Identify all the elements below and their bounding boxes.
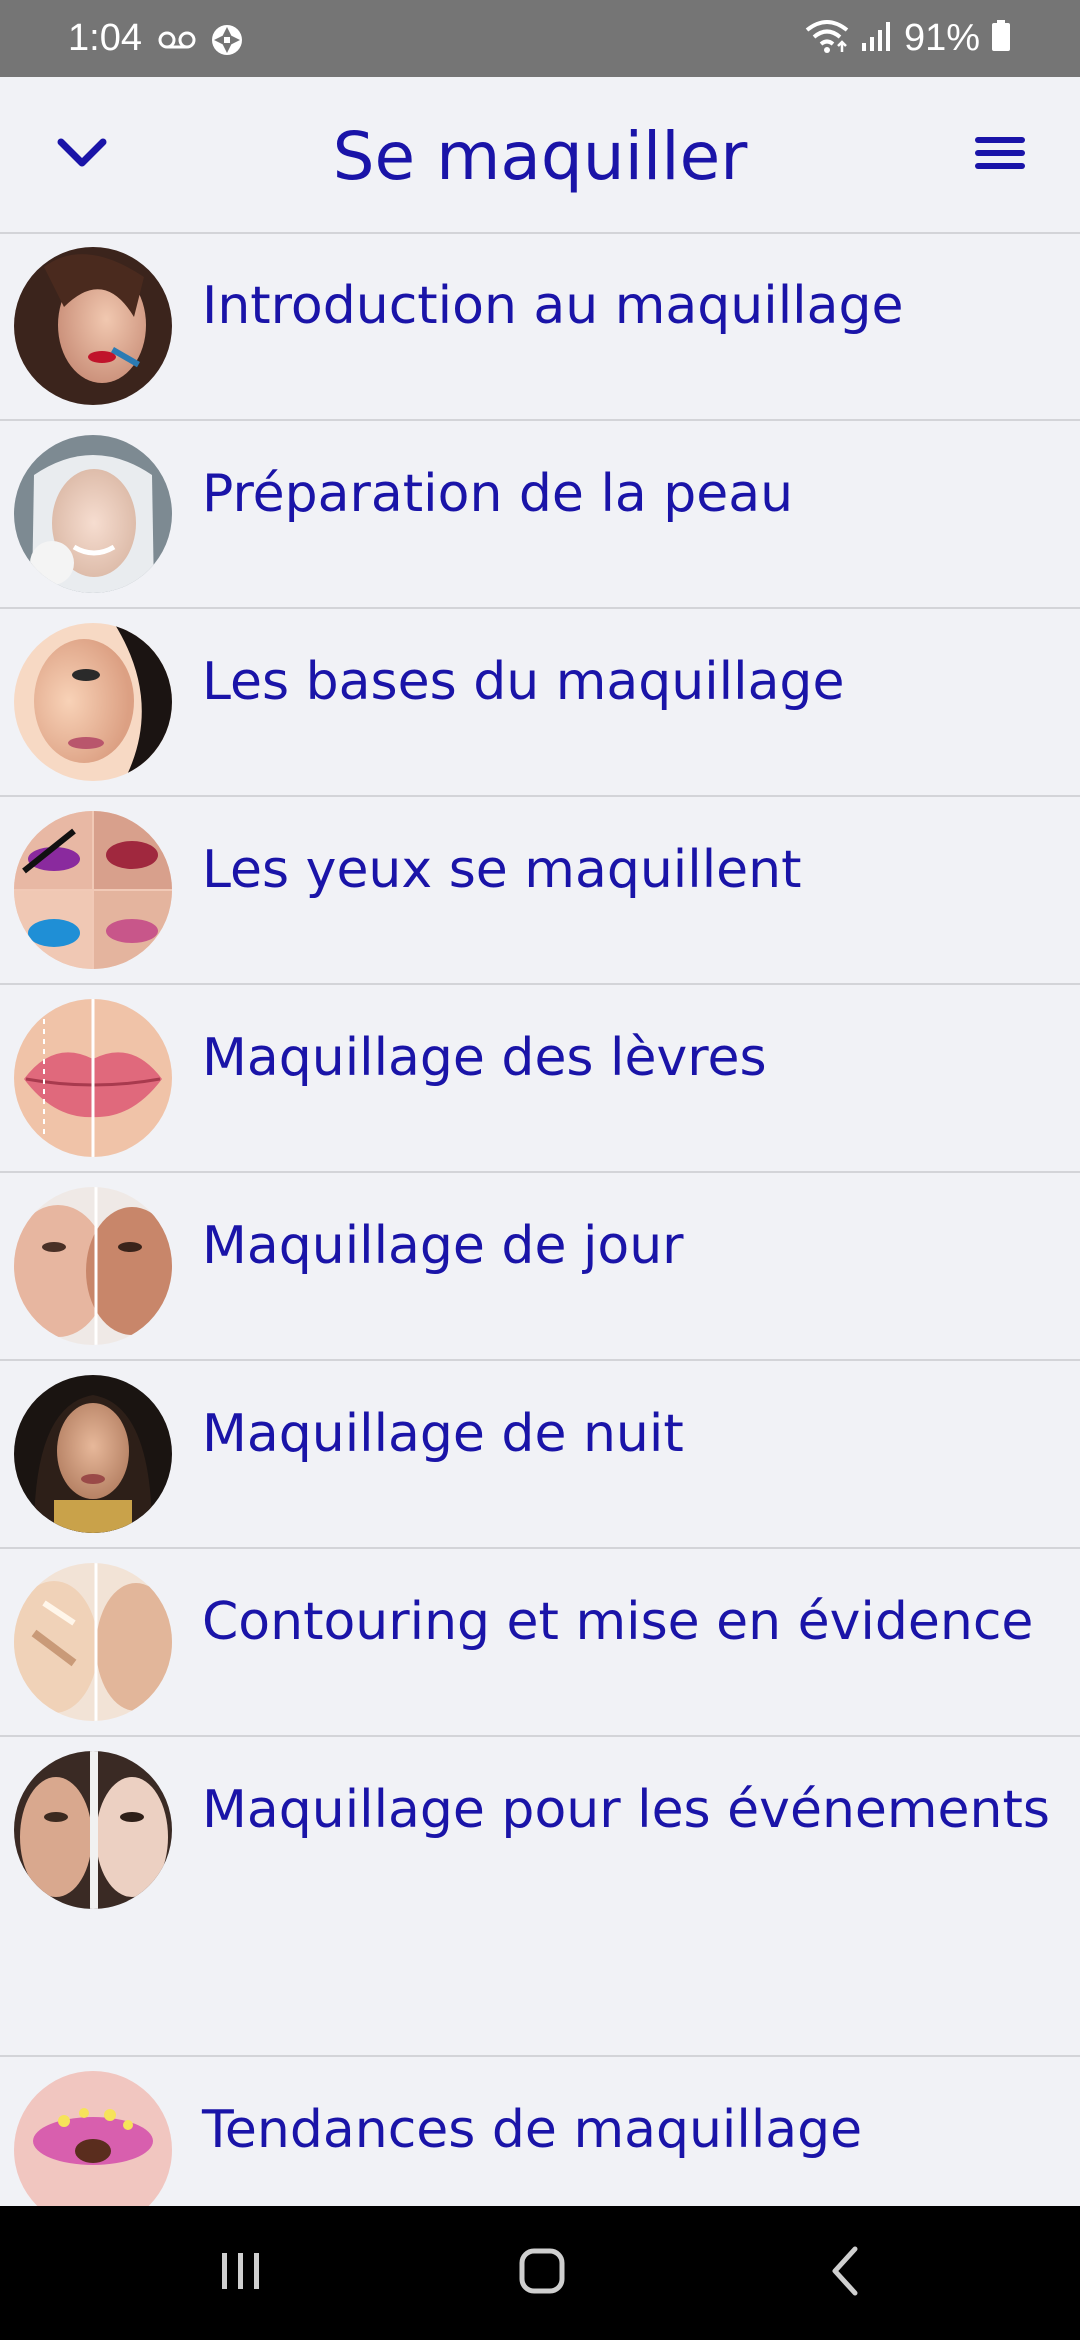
list-item-label: Maquillage des lèvres [202,1028,767,1088]
list-item[interactable]: Maquillage de jour [0,1173,1080,1361]
topic-thumbnail [14,435,172,593]
list-item[interactable]: Les yeux se maquillent [0,797,1080,985]
topic-thumbnail [14,623,172,781]
list-item[interactable]: Contouring et mise en évidence [0,1549,1080,1737]
status-right-icons: 91% [804,16,1012,60]
back-button[interactable] [800,2236,890,2310]
home-icon [517,2246,567,2300]
list-item[interactable]: Maquillage des lèvres [0,985,1080,1173]
status-bar: 1:04 91% [0,0,1080,77]
camera-shutter-icon [210,23,244,61]
battery-icon [990,19,1012,57]
battery-percentage: 91% [903,17,980,59]
topic-thumbnail [14,1563,172,1721]
list-item[interactable]: Introduction au maquillage [0,233,1080,421]
home-button[interactable] [497,2236,587,2310]
list-item-label: Les yeux se maquillent [202,840,802,900]
list-item-label: Contouring et mise en évidence [202,1592,1034,1652]
list-item-label: Maquillage pour les événements [202,1780,1050,1840]
list-item-label: Maquillage de nuit [202,1404,684,1464]
topic-thumbnail [14,811,172,969]
voicemail-icon [158,29,196,55]
list-item[interactable]: Maquillage de nuit [0,1361,1080,1549]
list-item[interactable]: Les bases du maquillage [0,609,1080,797]
wifi-icon [804,18,850,58]
recent-apps-icon [216,2249,266,2297]
menu-button[interactable] [968,129,1032,181]
list-item[interactable]: Préparation de la peau [0,421,1080,609]
app-bar: Se maquiller [0,77,1080,234]
list-item-label: Les bases du maquillage [202,652,845,712]
topic-thumbnail [14,247,172,405]
recent-apps-button[interactable] [196,2236,286,2310]
list-item-label: Préparation de la peau [202,464,794,524]
topic-thumbnail [14,1187,172,1345]
page-title: Se maquiller [332,118,748,195]
list-item-label: Introduction au maquillage [202,276,904,336]
back-icon [825,2245,865,2301]
list-item-label: Tendances de maquillage [202,2100,863,2160]
status-time: 1:04 [68,17,142,59]
topic-thumbnail [14,999,172,1157]
topic-thumbnail [14,1751,172,1909]
status-left-icons [158,22,244,62]
list-item[interactable]: Maquillage pour les événements [0,1737,1080,2057]
signal-icon [860,19,894,57]
topic-list: Introduction au maquillage Préparation d… [0,233,1080,2245]
hamburger-menu-icon [973,133,1027,177]
system-navigation-bar [0,2206,1080,2340]
list-item-label: Maquillage de jour [202,1216,684,1276]
topic-thumbnail [14,1375,172,1533]
